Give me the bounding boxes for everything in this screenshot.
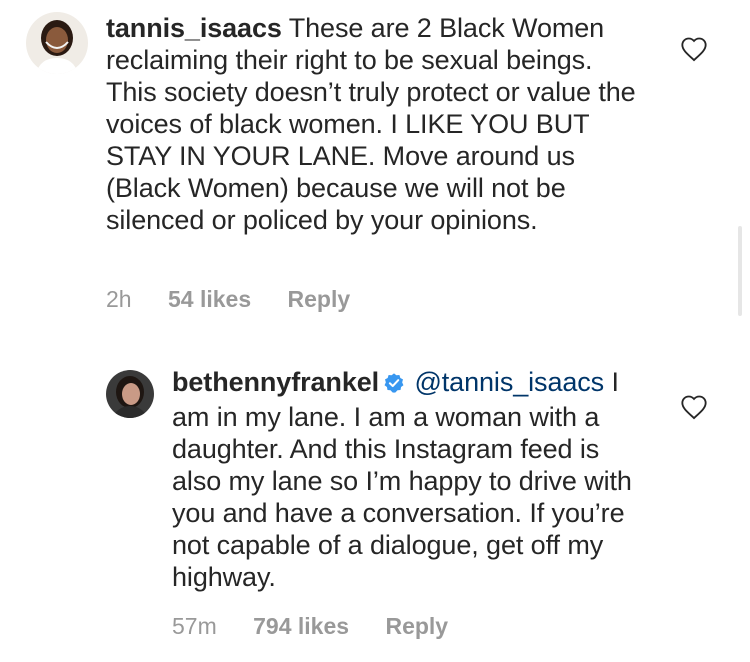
heart-outline-icon[interactable] <box>680 394 708 420</box>
comment-body: These are 2 Black Women reclaiming their… <box>106 13 636 235</box>
comment-likes[interactable]: 794 likes <box>253 613 349 639</box>
comment-username[interactable]: tannis_isaacs <box>106 13 282 43</box>
comment-meta: 57m 794 likes Reply <box>172 612 478 640</box>
mention-link[interactable]: @tannis_isaacs <box>414 367 604 397</box>
heart-outline-icon[interactable] <box>680 36 708 62</box>
comment-text: bethennyfrankel @tannis_isaacs I am in m… <box>172 366 652 593</box>
reply-button[interactable]: Reply <box>288 286 351 312</box>
scrollbar[interactable] <box>738 226 742 316</box>
comment-timestamp: 57m <box>172 613 217 639</box>
comment-timestamp: 2h <box>106 286 132 312</box>
avatar[interactable] <box>26 12 88 74</box>
comment-likes[interactable]: 54 likes <box>168 286 251 312</box>
comment-body: I am in my lane. I am a woman with a dau… <box>172 367 632 592</box>
comment-text: tannis_isaacs These are 2 Black Women re… <box>106 12 646 236</box>
avatar[interactable] <box>106 370 154 418</box>
comment-username[interactable]: bethennyfrankel <box>172 367 379 397</box>
reply-button[interactable]: Reply <box>385 613 448 639</box>
comment-meta: 2h 54 likes Reply <box>106 285 380 313</box>
verified-badge-icon <box>383 369 405 401</box>
